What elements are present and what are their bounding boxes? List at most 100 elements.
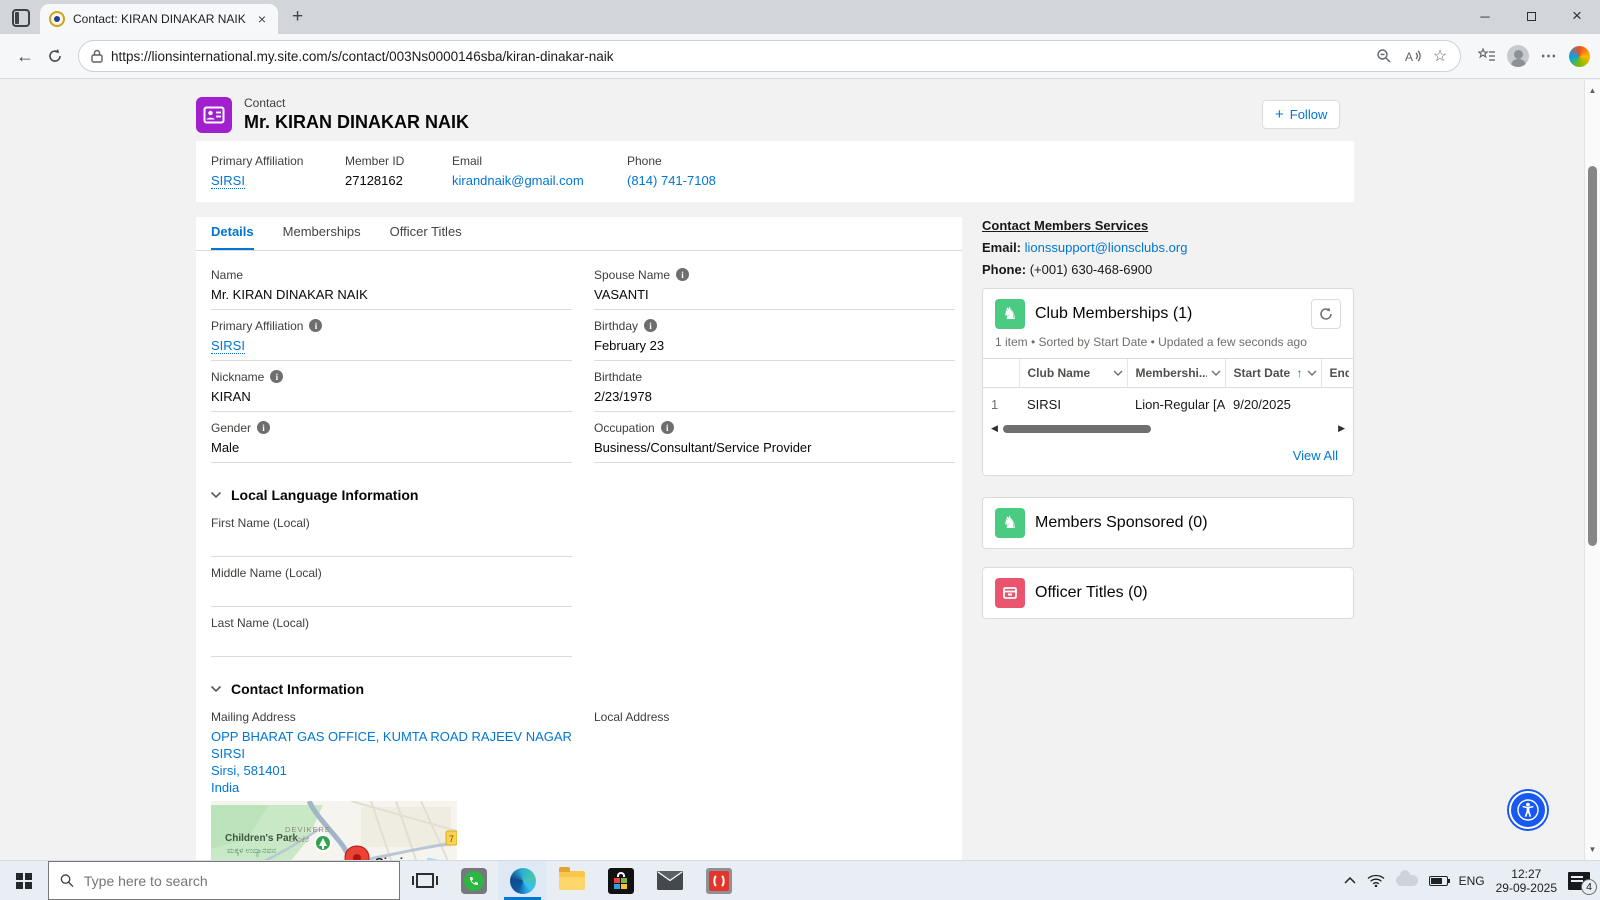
red-h-app-icon xyxy=(706,868,732,894)
whatsapp-button[interactable] xyxy=(449,861,498,900)
members-sponsored-title[interactable]: Members Sponsored (0) xyxy=(1035,514,1208,532)
mailing-address-link[interactable]: Sirsi, 581401 xyxy=(211,763,287,778)
restore-button[interactable] xyxy=(1508,0,1554,32)
officer-titles-title[interactable]: Officer Titles (0) xyxy=(1035,584,1148,602)
info-icon[interactable]: i xyxy=(257,421,270,434)
action-center-button[interactable]: 4 xyxy=(1568,872,1590,890)
row-number-cell: 1 xyxy=(983,388,1019,422)
url-text[interactable]: https://lionsinternational.my.site.com/s… xyxy=(111,49,1370,64)
microsoft-store-button[interactable] xyxy=(596,861,645,900)
read-aloud-icon[interactable]: A xyxy=(1398,42,1426,70)
browser-tabstrip: Contact: KIRAN DINAKAR NAIK × + ─ × xyxy=(0,0,1600,34)
field-last-name-local: Last Name (Local) xyxy=(211,607,572,657)
tab-details[interactable]: Details xyxy=(211,224,254,250)
col-start-date[interactable]: Start Date↑ xyxy=(1225,359,1321,388)
view-all-link[interactable]: View All xyxy=(1293,448,1338,463)
contact-record-icon xyxy=(196,97,232,133)
col-membership[interactable]: Membershi... xyxy=(1127,359,1225,388)
edge-browser-button[interactable] xyxy=(498,861,547,900)
browser-tab[interactable]: Contact: KIRAN DINAKAR NAIK × xyxy=(40,4,278,34)
club-memberships-table: Club Name Membershi... Start Date↑ End xyxy=(983,358,1353,421)
info-icon[interactable]: i xyxy=(661,421,674,434)
plus-icon: + xyxy=(1275,106,1284,123)
whatsapp-icon xyxy=(461,868,487,894)
club-name-cell: SIRSI xyxy=(1019,388,1127,422)
favorites-collections-icon[interactable] xyxy=(1473,42,1501,70)
zoom-out-icon[interactable] xyxy=(1370,42,1398,70)
language-indicator[interactable]: ENG xyxy=(1459,874,1485,888)
tab-officer-titles[interactable]: Officer Titles xyxy=(390,224,462,250)
route-shield-label: 7 xyxy=(449,834,454,844)
notification-count-badge: 4 xyxy=(1581,879,1597,895)
support-email-link[interactable]: lionssupport@lionsclubs.org xyxy=(1025,240,1188,255)
copilot-icon[interactable] xyxy=(1569,46,1590,67)
follow-button[interactable]: + Follow xyxy=(1262,100,1340,129)
start-button[interactable] xyxy=(0,861,48,900)
clock-date: 29-09-2025 xyxy=(1496,881,1557,895)
profile-avatar[interactable] xyxy=(1507,45,1529,67)
section-contact-information[interactable]: Contact Information xyxy=(210,681,962,697)
tab-close-icon[interactable]: × xyxy=(255,11,269,27)
scrollbar-thumb[interactable] xyxy=(1588,166,1597,546)
tab-memberships[interactable]: Memberships xyxy=(283,224,361,250)
svg-text:A: A xyxy=(1405,50,1413,64)
email-link[interactable]: kirandnaik@gmail.com xyxy=(452,173,584,188)
system-tray: ENG 12:27 29-09-2025 4 xyxy=(1344,861,1600,900)
back-icon[interactable]: ← xyxy=(10,41,40,71)
wifi-icon[interactable] xyxy=(1367,874,1385,887)
col-end-date[interactable]: End xyxy=(1321,359,1353,388)
mailing-address-link[interactable]: OPP BHARAT GAS OFFICE, KUMTA ROAD RAJEEV… xyxy=(211,729,572,761)
settings-menu-icon[interactable]: ⋯ xyxy=(1535,42,1563,70)
field-occupation: Occupationi Business/Consultant/Service … xyxy=(594,412,955,463)
address-bar[interactable]: https://lionsinternational.my.site.com/s… xyxy=(78,40,1461,72)
store-icon xyxy=(608,868,634,894)
page-scrollbar[interactable]: ▲ ▼ xyxy=(1584,80,1600,860)
taskbar-clock[interactable]: 12:27 29-09-2025 xyxy=(1496,867,1557,895)
table-horizontal-scrollbar[interactable]: ◀ ▶ xyxy=(983,421,1353,438)
field-name: Name Mr. KIRAN DINAKAR NAIK xyxy=(211,259,572,310)
club-memberships-title[interactable]: Club Memberships (1) xyxy=(1035,305,1192,323)
info-icon[interactable]: i xyxy=(676,268,689,281)
file-explorer-button[interactable] xyxy=(547,861,596,900)
minimize-button[interactable]: ─ xyxy=(1462,0,1508,32)
accessibility-widget-button[interactable] xyxy=(1509,791,1547,829)
map-label-devikere: DEVIKERE xyxy=(285,825,331,834)
phone-link[interactable]: (814) 741-7108 xyxy=(627,173,716,188)
taskbar-search[interactable] xyxy=(48,861,400,900)
close-button[interactable]: × xyxy=(1554,0,1600,32)
sort-ascending-icon: ↑ xyxy=(1297,366,1303,380)
scroll-left-icon[interactable]: ◀ xyxy=(991,423,998,434)
mail-button[interactable] xyxy=(645,861,694,900)
record-tabs: Details Memberships Officer Titles xyxy=(196,217,962,251)
new-tab-button[interactable]: + xyxy=(292,6,303,28)
favorite-star-icon[interactable]: ☆ xyxy=(1426,42,1454,70)
refresh-list-button[interactable] xyxy=(1311,299,1341,329)
info-icon[interactable]: i xyxy=(309,319,322,332)
primary-affiliation-link[interactable]: SIRSI xyxy=(211,173,245,189)
mailing-address-link[interactable]: India xyxy=(211,780,239,795)
red-h-app-button[interactable] xyxy=(694,861,743,900)
col-club-name[interactable]: Club Name xyxy=(1019,359,1127,388)
info-icon[interactable]: i xyxy=(270,370,283,383)
onedrive-icon[interactable] xyxy=(1396,875,1418,886)
table-row[interactable]: 1 SIRSI Lion-Regular [A... 9/20/2025 xyxy=(983,388,1353,422)
page: Contact Mr. KIRAN DINAKAR NAIK + Follow … xyxy=(0,80,1600,860)
scroll-right-icon[interactable]: ▶ xyxy=(1338,423,1345,434)
taskbar-search-input[interactable] xyxy=(84,873,388,889)
page-title: Mr. KIRAN DINAKAR NAIK xyxy=(244,112,469,133)
affiliation-link[interactable]: SIRSI xyxy=(211,338,245,354)
info-icon[interactable]: i xyxy=(644,319,657,332)
tab-workspaces-icon[interactable] xyxy=(12,9,30,27)
scrollbar-thumb[interactable] xyxy=(1003,425,1152,433)
support-phone: Phone: (+001) 630-468-6900 xyxy=(982,262,1354,277)
scroll-down-icon[interactable]: ▼ xyxy=(1585,845,1600,854)
scroll-up-icon[interactable]: ▲ xyxy=(1585,86,1600,95)
tray-expand-icon[interactable] xyxy=(1344,877,1356,884)
task-view-button[interactable] xyxy=(400,861,449,900)
battery-icon[interactable] xyxy=(1429,876,1448,886)
section-local-language[interactable]: Local Language Information xyxy=(210,487,962,503)
refresh-icon[interactable] xyxy=(40,41,70,71)
support-email: Email: lionssupport@lionsclubs.org xyxy=(982,240,1354,255)
mail-icon xyxy=(657,871,683,890)
taskbar: ENG 12:27 29-09-2025 4 xyxy=(0,860,1600,900)
